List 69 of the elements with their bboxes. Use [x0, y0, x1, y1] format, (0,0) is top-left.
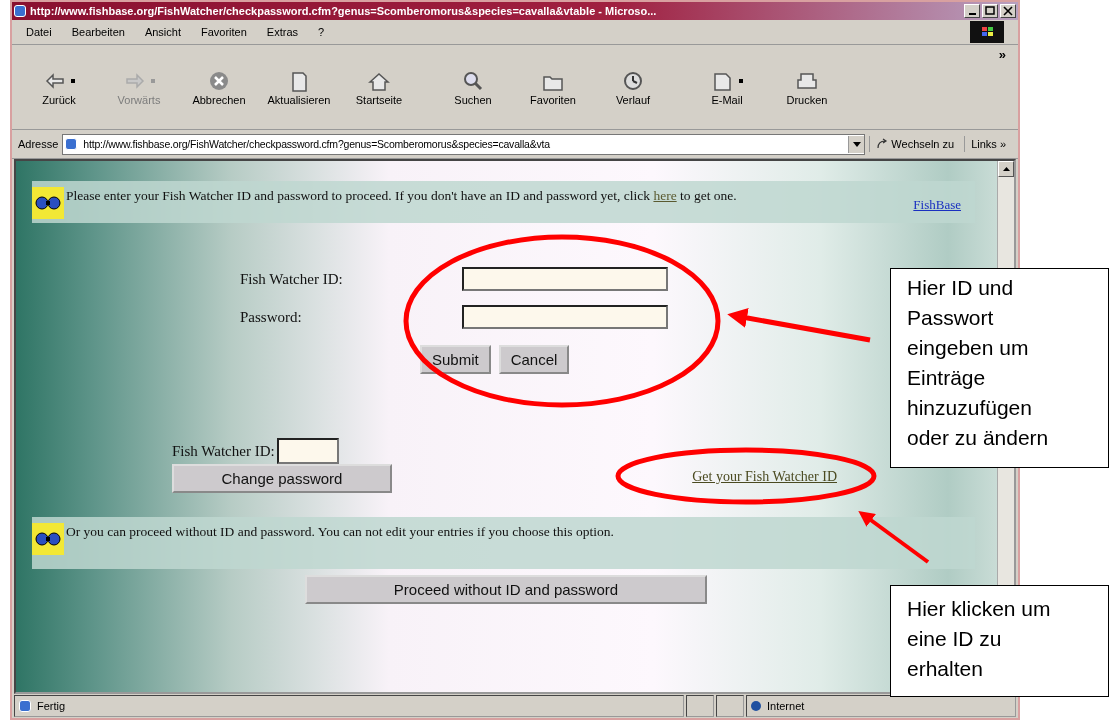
notice-text: Or you can proceed without ID and password. You can not edit your entries if you choose this option. — [66, 523, 615, 541]
search-icon — [461, 70, 485, 92]
maximize-button[interactable] — [982, 4, 998, 18]
arrow-icon — [43, 70, 67, 92]
menu-item[interactable]: Favoriten — [201, 26, 247, 38]
toolbar-button[interactable]: Startseite — [340, 66, 418, 108]
window-title: http://www.fishbase.org/FishWatcher/checkpassword.cfm?genus=Scomberomorus&species=cavalla&vtable - Microso... — [30, 5, 658, 17]
maximize-icon — [985, 6, 995, 16]
password-input-field[interactable] — [462, 305, 668, 329]
caret-icon — [852, 141, 861, 147]
close-icon — [1003, 6, 1013, 16]
zone-label: Internet — [767, 700, 805, 712]
links-button[interactable]: Links » — [964, 136, 1012, 152]
change-password-button[interactable]: Change password — [172, 464, 392, 493]
dropdown-icon — [151, 79, 155, 83]
close-button[interactable] — [1000, 4, 1016, 18]
menu-item[interactable]: Datei — [26, 26, 52, 38]
field-label: Fish Watcher ID: — [240, 270, 344, 288]
windows-logo-icon — [970, 21, 1004, 43]
scroll-up-button[interactable] — [998, 161, 1014, 177]
menu-item[interactable]: Bearbeiten — [71, 26, 125, 38]
toolbar-button[interactable]: Verlauf — [594, 66, 672, 108]
fishbase-link[interactable]: FishBase — [913, 197, 961, 213]
curved-arrow-icon — [876, 138, 889, 150]
menu-item[interactable]: Ansicht — [144, 26, 181, 38]
annotation-callout: Hier ID und Passwort eingeben um Einträge hinzuzufügen oder zu ändern — [890, 268, 1109, 468]
status-label: Fertig — [37, 700, 66, 712]
page-icon — [19, 700, 31, 712]
minimize-button[interactable] — [964, 4, 980, 18]
toolbar-button[interactable]: E-Mail — [688, 66, 766, 108]
dropdown-icon — [739, 79, 743, 83]
more-button[interactable]: » — [994, 45, 1010, 64]
toolbar-button[interactable]: Zurück — [20, 66, 98, 108]
arrow-icon — [123, 70, 147, 92]
dropdown-button[interactable] — [848, 135, 865, 153]
page-icon — [14, 5, 26, 17]
proceed-button[interactable]: Proceed without ID and password — [305, 575, 707, 604]
menu-item[interactable]: ? — [318, 26, 325, 38]
menu-item[interactable]: Extras — [266, 26, 299, 38]
globe-icon — [751, 701, 761, 711]
annotation-arrow — [858, 510, 930, 564]
notice-text: Please enter your Fish Watcher ID and password to proceed. If you don't have an ID and password yet, click here to get one. — [66, 187, 738, 205]
annotation-callout: Hier klicken um eine ID zu erhalten — [890, 585, 1109, 697]
minimize-icon — [968, 13, 976, 15]
toolbar-button[interactable]: Abbrechen — [180, 66, 258, 108]
dropdown-icon — [71, 79, 75, 83]
binoculars-icon — [32, 523, 64, 555]
stop-icon — [207, 70, 231, 92]
house-icon — [367, 70, 391, 92]
id-input-field[interactable] — [276, 438, 339, 464]
binoculars-icon — [32, 187, 64, 219]
here-link[interactable]: here — [653, 188, 677, 203]
id-input-field[interactable] — [462, 267, 668, 291]
form-button[interactable]: Submit — [420, 345, 491, 374]
printer-icon — [795, 70, 819, 92]
clock-icon — [621, 70, 645, 92]
go-button[interactable]: Wechseln zu — [869, 136, 961, 152]
toolbar-button[interactable]: Drucken — [768, 66, 846, 108]
toolbar-button[interactable]: Aktualisieren — [260, 66, 338, 108]
toolbar-button[interactable]: Suchen — [434, 66, 512, 108]
address-field[interactable]: http://www.fishbase.org/FishWatcher/checkpassword.cfm?genus=Scomberomorus&species=cavalla&vta — [62, 133, 866, 155]
caret-icon — [1002, 167, 1010, 171]
field-label: Fish Watcher ID: — [172, 442, 275, 460]
page-icon — [65, 138, 78, 150]
address-label: Adresse — [18, 138, 59, 150]
field-label: Password: — [240, 308, 303, 326]
get-id-link[interactable]: Get your Fish Watcher ID — [692, 469, 837, 485]
toolbar-button[interactable]: Favoriten — [514, 66, 592, 108]
form-button[interactable]: Cancel — [498, 345, 570, 374]
